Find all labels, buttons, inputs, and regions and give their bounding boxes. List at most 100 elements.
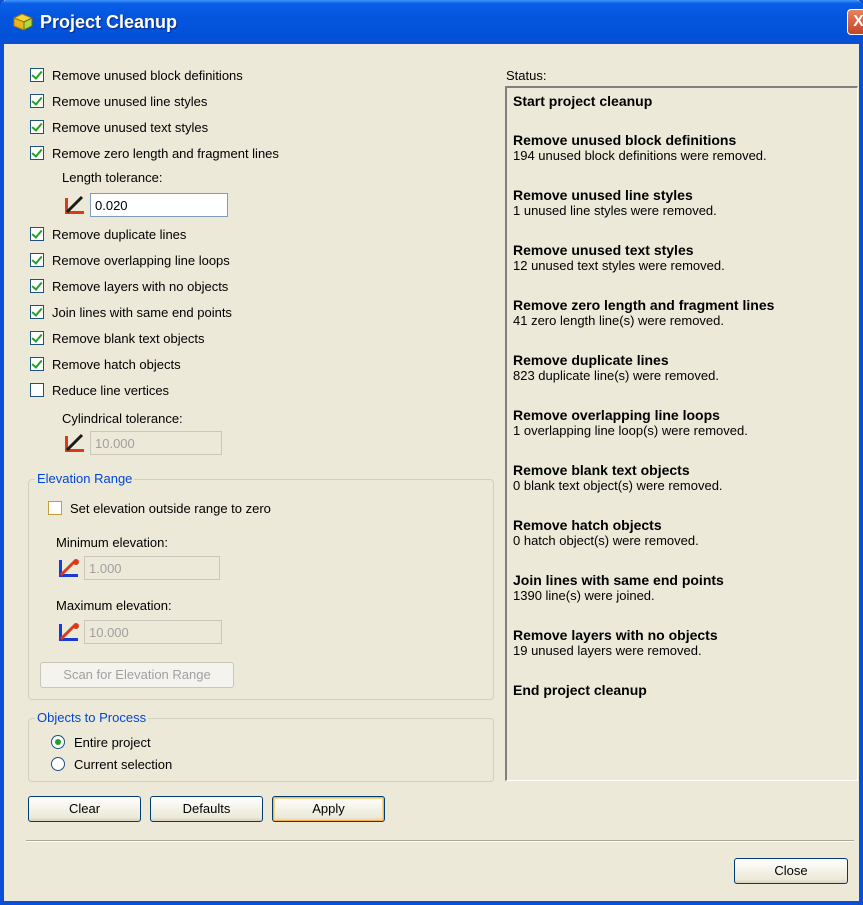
minimum-elevation-input[interactable] [84,556,220,580]
status-detail: 0 hatch object(s) were removed. [513,533,699,548]
length-tolerance-label: Length tolerance: [62,170,163,185]
option-set-elevation-zero[interactable]: Set elevation outside range to zero [48,498,271,518]
status-heading: Remove duplicate lines [513,352,669,368]
separator [26,840,854,842]
status-heading: Remove zero length and fragment lines [513,297,775,313]
minimum-elevation-label: Minimum elevation: [56,535,168,550]
option-label: Remove zero length and fragment lines [52,145,279,161]
status-heading: Remove layers with no objects [513,627,718,643]
project-cleanup-dialog: Project Cleanup X Remove unused block de… [0,0,863,905]
status-label: Status: [506,68,547,83]
option-label: Reduce line vertices [52,382,170,398]
status-heading: Remove unused block definitions [513,132,737,148]
status-entry: Remove overlapping line loops 1 overlapp… [513,407,851,439]
checkbox[interactable] [30,357,44,371]
checkbox[interactable] [30,68,44,82]
status-heading: Join lines with same end points [513,572,724,588]
minimum-elevation-field [56,556,220,580]
option-label: Join lines with same end points [52,304,232,320]
option-remove-unused-line-styles[interactable]: Remove unused line styles [30,91,207,111]
option-label: Remove duplicate lines [52,226,187,242]
clear-button[interactable]: Clear [28,796,141,822]
scan-elevation-button[interactable]: Scan for Elevation Range [40,662,234,688]
length-tolerance-input[interactable] [90,193,228,217]
close-icon: X [853,13,863,30]
option-label: Remove blank text objects [52,330,205,346]
radio-label: Entire project [74,734,151,750]
option-join-lines[interactable]: Join lines with same end points [30,302,232,322]
option-label: Remove unused text styles [52,119,209,135]
length-tolerance-field [62,193,228,217]
checkbox[interactable] [30,227,44,241]
option-remove-zero-length-lines[interactable]: Remove zero length and fragment lines [30,143,279,163]
option-label: Remove overlapping line loops [52,252,230,268]
elevation-range-title: Elevation Range [35,471,135,486]
checkbox[interactable] [30,305,44,319]
checkbox[interactable] [30,146,44,160]
status-detail: 1390 line(s) were joined. [513,588,655,603]
status-entry: Remove zero length and fragment lines 41… [513,297,851,329]
status-entry: Remove hatch objects 0 hatch object(s) w… [513,517,851,549]
option-remove-blank-text[interactable]: Remove blank text objects [30,328,204,348]
status-entry: Remove layers with no objects 19 unused … [513,627,851,659]
status-detail: 194 unused block definitions were remove… [513,148,767,163]
status-detail: 1 unused line styles were removed. [513,203,717,218]
status-heading: Remove unused line styles [513,187,693,203]
window-close-button[interactable]: X [847,9,863,35]
option-label: Set elevation outside range to zero [70,500,271,516]
radio-label: Current selection [74,756,173,772]
option-label: Remove layers with no objects [52,278,229,294]
radio-button[interactable] [51,757,65,771]
option-remove-unused-text-styles[interactable]: Remove unused text styles [30,117,208,137]
angle-icon [65,195,84,214]
cylindrical-tolerance-input[interactable] [90,431,222,455]
app-icon [12,13,34,31]
checkbox[interactable] [30,253,44,267]
status-heading: End project cleanup [513,682,647,698]
option-remove-unused-block-definitions[interactable]: Remove unused block definitions [30,65,243,85]
option-remove-overlapping-loops[interactable]: Remove overlapping line loops [30,250,230,270]
status-log[interactable]: Start project cleanup Remove unused bloc… [505,86,858,781]
status-entry: Join lines with same end points 1390 lin… [513,572,851,604]
checkbox[interactable] [30,120,44,134]
cylindrical-tolerance-label: Cylindrical tolerance: [62,411,183,426]
status-heading: Remove blank text objects [513,462,690,478]
status-heading: Remove overlapping line loops [513,407,720,423]
option-label: Remove unused line styles [52,93,208,109]
option-reduce-vertices[interactable]: Reduce line vertices [30,380,169,400]
maximum-elevation-label: Maximum elevation: [56,598,172,613]
title-bar[interactable]: Project Cleanup X [0,0,863,44]
radio-button[interactable] [51,735,65,749]
cylindrical-tolerance-field [62,431,222,455]
status-detail: 0 blank text object(s) were removed. [513,478,723,493]
radio-current-selection[interactable]: Current selection [51,754,172,774]
maximum-elevation-input[interactable] [84,620,222,644]
close-button[interactable]: Close [734,858,848,884]
checkbox[interactable] [30,279,44,293]
status-entry: Remove duplicate lines 823 duplicate lin… [513,352,851,384]
defaults-button[interactable]: Defaults [150,796,263,822]
status-heading: Remove unused text styles [513,242,694,258]
option-remove-duplicate-lines[interactable]: Remove duplicate lines [30,224,186,244]
option-label: Remove unused block definitions [52,67,243,83]
status-entry: Remove unused text styles 12 unused text… [513,242,851,274]
status-heading: Remove hatch objects [513,517,662,533]
angle-icon [65,433,84,452]
status-entry: Remove unused line styles 1 unused line … [513,187,851,219]
status-entry: End project cleanup [513,682,851,698]
status-detail: 19 unused layers were removed. [513,643,702,658]
option-remove-hatch[interactable]: Remove hatch objects [30,354,181,374]
apply-button[interactable]: Apply [272,796,385,822]
checkbox[interactable] [30,331,44,345]
checkbox[interactable] [30,383,44,397]
radio-entire-project[interactable]: Entire project [51,732,151,752]
checkbox[interactable] [48,501,62,515]
status-heading: Start project cleanup [513,93,653,109]
objects-to-process-title: Objects to Process [35,710,149,725]
status-detail: 41 zero length line(s) were removed. [513,313,724,328]
elevation-icon [59,623,79,641]
option-remove-empty-layers[interactable]: Remove layers with no objects [30,276,228,296]
window-title: Project Cleanup [40,12,178,32]
checkbox[interactable] [30,94,44,108]
elevation-icon [59,559,79,577]
